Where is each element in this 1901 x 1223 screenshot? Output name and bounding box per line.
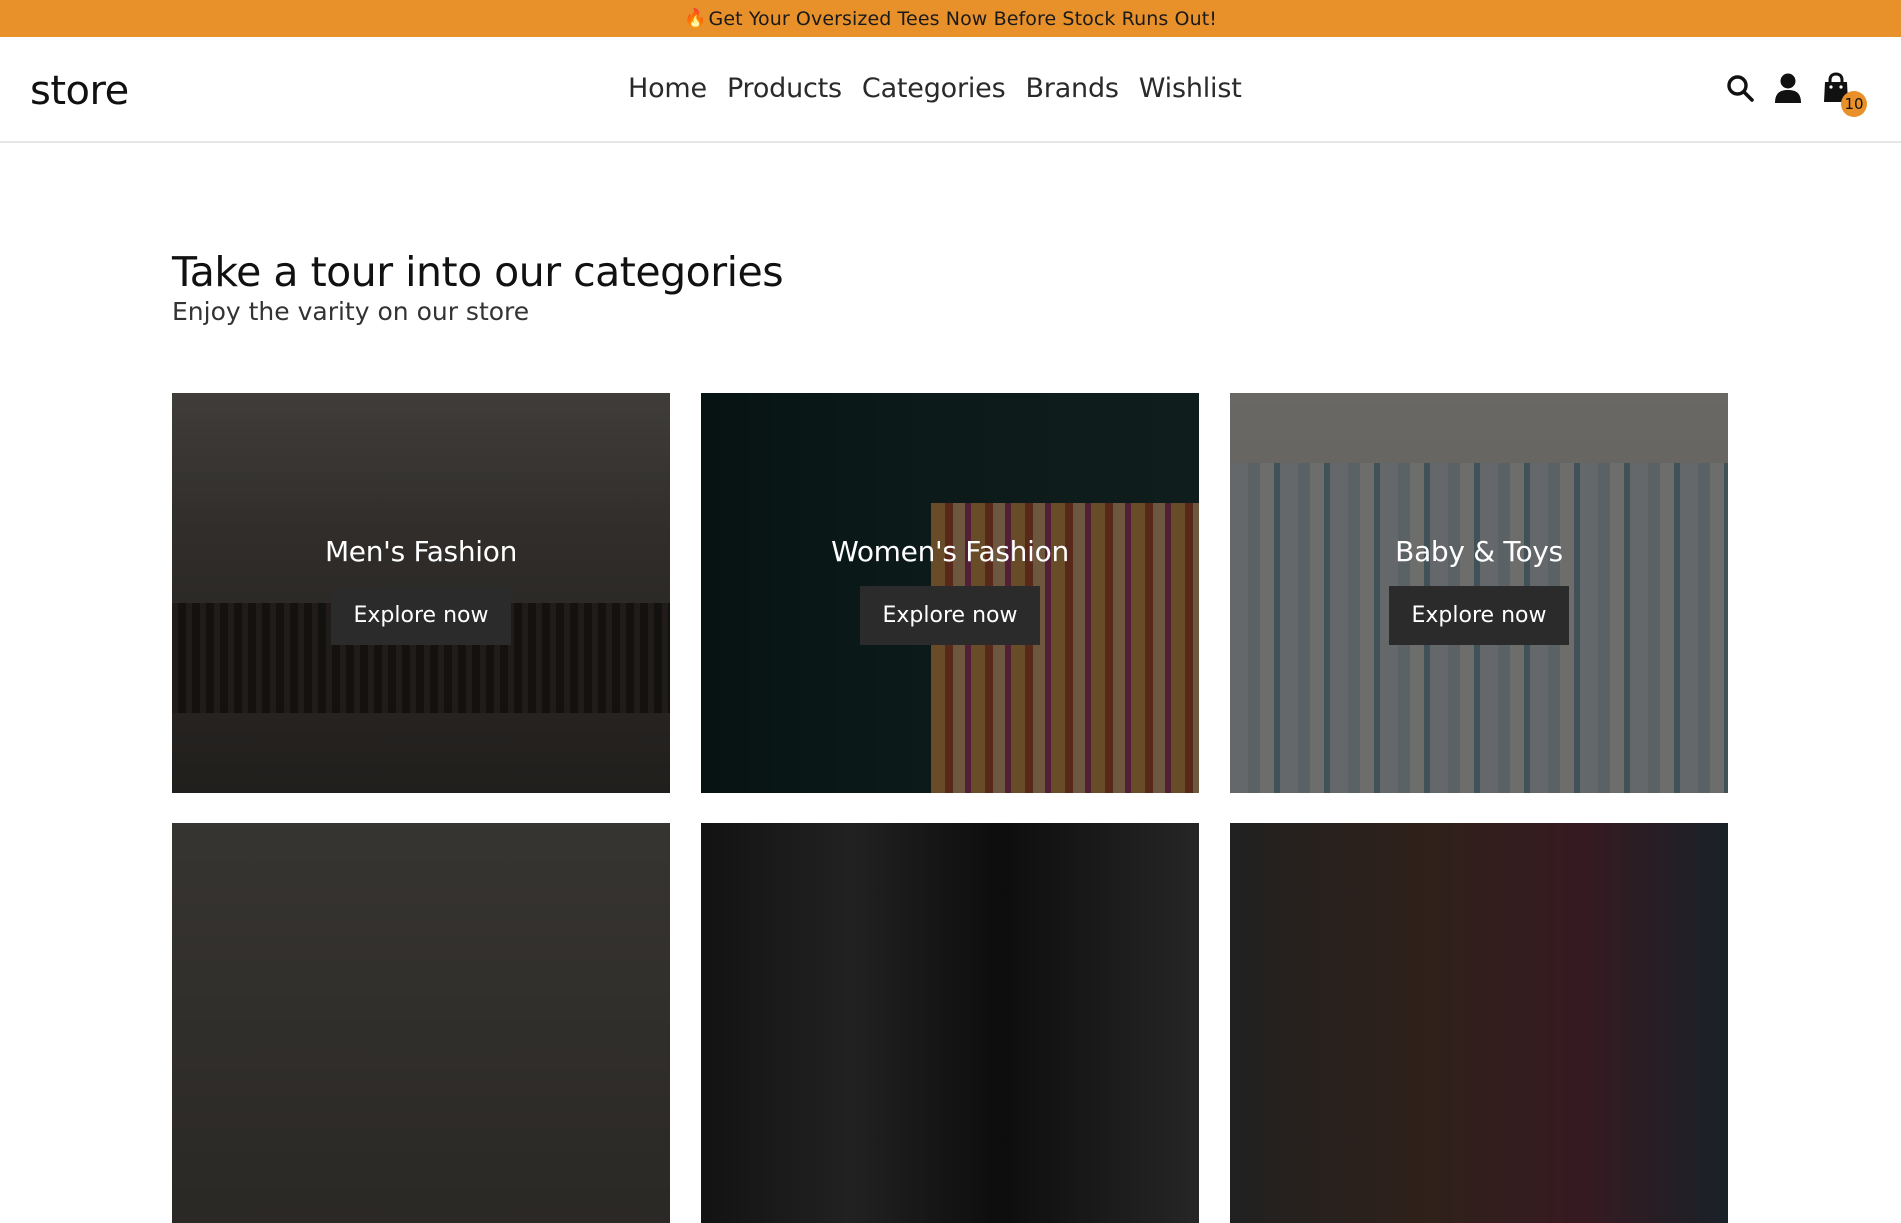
logo[interactable]: store [30,68,129,114]
category-title: Men's Fashion [324,535,518,568]
nav-wishlist[interactable]: Wishlist [1139,73,1242,104]
section-subtitle: Enjoy the varity on our store [172,297,530,327]
categories-section-header: Take a tour into our categories Enjoy th… [172,248,1728,327]
account-button[interactable] [1773,71,1803,105]
nav-brands[interactable]: Brands [1025,73,1118,104]
cart-count-badge: 10 [1841,91,1867,117]
user-icon [1775,73,1801,103]
category-card-baby-toys[interactable]: Baby & Toys Explore now [1230,393,1728,793]
section-title: Take a tour into our categories [172,248,784,296]
flame-icon: 🔥 [684,8,707,29]
category-title: Women's Fashion [831,535,1069,568]
category-card-mens-fashion[interactable]: Men's Fashion Explore now [172,393,670,793]
search-button[interactable] [1725,71,1755,105]
promo-text: Get Your Oversized Tees Now Before Stock… [708,7,1217,30]
category-card-partial-1[interactable] [172,823,670,1223]
nav-home[interactable]: Home [628,73,707,104]
category-card-partial-3[interactable] [1230,823,1728,1223]
explore-now-button[interactable]: Explore now [331,586,511,645]
promo-banner: 🔥 Get Your Oversized Tees Now Before Sto… [0,0,1901,37]
explore-now-button[interactable]: Explore now [1389,586,1569,645]
main-nav: Home Products Categories Brands Wishlist [628,73,1242,104]
nav-products[interactable]: Products [727,73,842,104]
explore-now-button[interactable]: Explore now [860,586,1040,645]
nav-categories[interactable]: Categories [862,73,1006,104]
header-actions: 10 [1725,71,1867,117]
category-card-partial-2[interactable] [701,823,1199,1223]
category-card-womens-fashion[interactable]: Women's Fashion Explore now [701,393,1199,793]
search-icon [1727,75,1754,102]
site-header: store Home Products Categories Brands Wi… [0,37,1901,143]
category-title: Baby & Toys [1395,535,1563,568]
category-grid: Men's Fashion Explore now Women's Fashio… [172,393,1728,1223]
cart-button[interactable]: 10 [1821,71,1867,117]
